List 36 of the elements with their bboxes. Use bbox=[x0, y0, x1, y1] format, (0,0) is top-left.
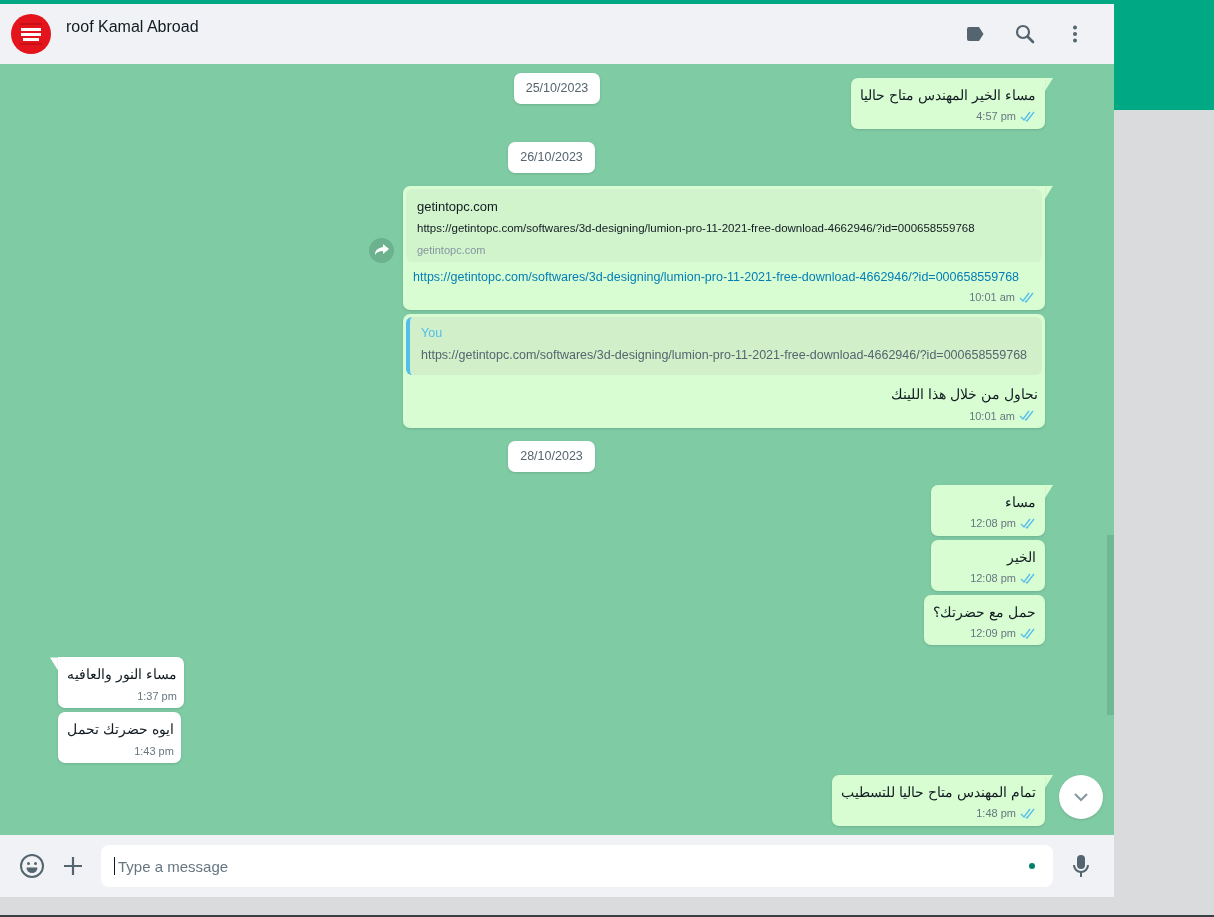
emoji-icon[interactable] bbox=[19, 853, 45, 879]
message-text: حمل مع حضرتك؟ bbox=[933, 602, 1036, 623]
message-time: 12:09 pm bbox=[970, 626, 1016, 641]
message-time: 10:01 am bbox=[969, 408, 1015, 424]
message-text: مساء الخير المهندس متاح حاليا bbox=[860, 86, 1036, 106]
message-field[interactable]: Type a message bbox=[101, 845, 1053, 887]
date-chip: 25/10/2023 bbox=[513, 73, 601, 104]
message-time: 12:08 pm bbox=[970, 516, 1016, 532]
message-text: نحاول من خلال هذا اللينك bbox=[890, 385, 1039, 405]
message-text: تمام المهندس متاح حاليا للتسطيب bbox=[841, 783, 1036, 803]
message-time: 4:57 pm bbox=[976, 109, 1016, 125]
message-text: ايوه حضرتك تحمل bbox=[67, 720, 174, 740]
message-time: 12:08 pm bbox=[970, 571, 1016, 587]
chevron-down-icon bbox=[1073, 792, 1089, 802]
message-text: الخير bbox=[1005, 547, 1036, 568]
message-time: 1:48 pm bbox=[976, 806, 1016, 822]
message-text: مساء bbox=[1004, 493, 1036, 513]
search-icon[interactable] bbox=[1013, 22, 1037, 46]
scrollbar-thumb[interactable] bbox=[1107, 535, 1114, 715]
message-text: مساء النور والعافيه bbox=[67, 665, 177, 685]
text-cursor bbox=[114, 857, 115, 875]
microphone-icon[interactable] bbox=[1072, 854, 1090, 878]
message-link[interactable]: https://getintopc.com/softwares/3d-designing/lumion-pro-11-2021-free-download-4662946/?id=000658559768 bbox=[413, 268, 1020, 288]
quote-text: https://getintopc.com/softwares/3d-designing/lumion-pro-11-2021-free-download-4662946/?id=000658559768 bbox=[421, 347, 1028, 365]
forward-icon bbox=[374, 244, 389, 257]
message-time: 1:37 pm bbox=[137, 688, 177, 704]
date-chip: 26/10/2023 bbox=[508, 141, 595, 173]
message-time: 10:01 am bbox=[969, 290, 1015, 306]
plus-icon[interactable] bbox=[63, 856, 83, 876]
preview-title: getintopc.com bbox=[417, 197, 499, 216]
quote-author: You bbox=[421, 324, 444, 342]
date-chip: 28/10/2023 bbox=[508, 441, 595, 473]
preview-domain: getintopc.com bbox=[417, 242, 487, 258]
contact-name[interactable]: roof Kamal Abroad bbox=[66, 15, 199, 39]
message-time: 1:43 pm bbox=[134, 743, 174, 759]
preview-url: https://getintopc.com/softwares/3d-designing/lumion-pro-11-2021-free-download-4662946/?id=000658559768 bbox=[417, 221, 976, 237]
